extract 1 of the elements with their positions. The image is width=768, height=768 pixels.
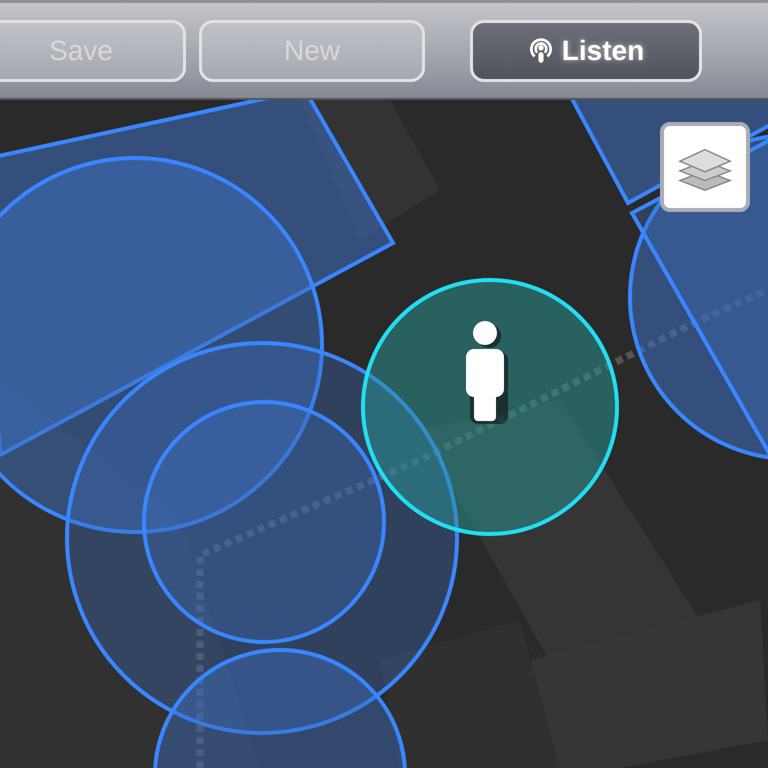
toolbar-button[interactable]: Listen [470, 20, 702, 82]
